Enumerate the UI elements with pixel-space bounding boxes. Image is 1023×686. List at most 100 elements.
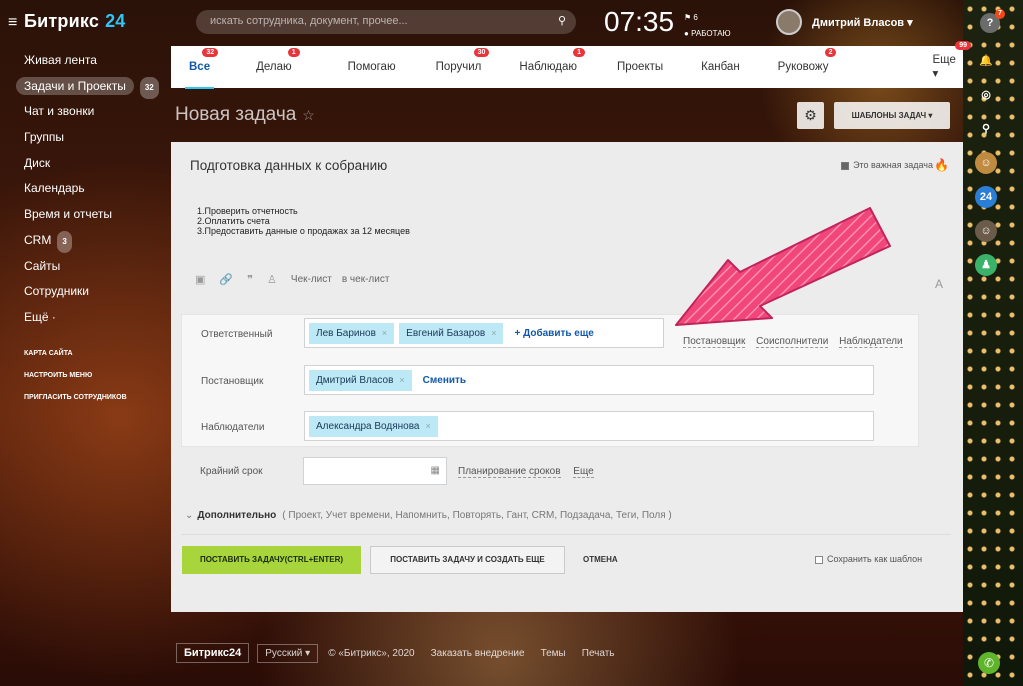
submit-button[interactable]: ПОСТАВИТЬ ЗАДАЧУ(CTRL+ENTER) [182,546,361,574]
copyright: © «Битрикс», 2020 [328,647,415,659]
language-select[interactable]: Русский ▾ [257,643,319,663]
tasks-count: 32 [139,76,159,99]
search-icon[interactable]: ⚲ [558,14,566,27]
deadline-input[interactable]: ▦ [303,457,447,485]
tab-all[interactable]: Все 32 [184,48,219,89]
menu-item-crm[interactable]: CRM 3 [0,230,165,256]
checkbox-icon [815,555,823,564]
observers-field[interactable]: Александра Водянова × [304,411,874,441]
additional-section[interactable]: ⌄ Дополнительно( Проект, Учет времени, На… [185,510,672,521]
tab-projects[interactable]: Проекты [617,61,663,73]
tab-managing[interactable]: Руковожу 2 [778,48,837,73]
contact-icon[interactable]: ♟ [975,254,997,276]
observers-row: Наблюдатели Александра Водянова × [182,411,920,443]
responsible-row: Ответственный Лев Баринов × Евгений Базар… [182,318,920,350]
remove-icon: × [399,374,405,385]
tab-doing[interactable]: Делаю 1 [256,48,300,73]
configure-menu-link[interactable]: НАСТРОИТЬ МЕНЮ [0,365,165,387]
footer-logo[interactable]: Битрикс24 [176,643,250,663]
user-chip[interactable]: Лев Баринов × [309,322,395,344]
mention-icon[interactable]: ♙ [267,273,277,286]
user-chip[interactable]: Александра Водянова × [309,415,438,437]
checkbox-icon [841,161,850,170]
add-more-link[interactable]: + Добавить еще [514,328,593,339]
search-input[interactable]: искать сотрудника, документ, прочее... ⚲ [196,10,576,34]
menu-item-groups[interactable]: Группы [0,127,165,153]
help-button[interactable]: ? 7 [980,9,1005,33]
menu-item-more[interactable]: Ещё · [0,307,165,333]
chat-icon[interactable]: ◎ [975,84,997,106]
page-title: Новая задача ☆ [175,104,315,125]
avatar[interactable] [776,9,802,35]
settings-button[interactable]: ⚙ [797,102,824,129]
left-menu: Живая лента Задачи и Проекты 32 Чат и зво… [0,50,165,409]
sitemap-link[interactable]: КАРТА САЙТА [0,343,165,365]
user-chip[interactable]: Евгений Базаров × [399,322,504,344]
coexecutors-link[interactable]: Соисполнители [756,336,829,348]
tab-kanban[interactable]: Канбан [701,61,740,73]
right-sidebar: 🔔 ◎ ⚲ ☺ 24 ☺ ♟ [975,50,997,288]
menu-item-time[interactable]: Время и отчеты [0,204,165,230]
checklist-button[interactable]: Чек-лист [291,274,332,285]
bell-icon[interactable]: 🔔 [975,50,997,72]
user-menu[interactable]: Дмитрий Власов ▾ [812,16,913,29]
bitrix24-icon[interactable]: 24 [975,186,997,208]
task-form: Подготовка данных к собранию Это важная … [171,142,963,612]
task-description[interactable]: 1.Проверить отчетность 2.Оплатить счета … [197,206,410,236]
creator-link[interactable]: Постановщик [683,336,746,348]
app-logo[interactable]: Битрикс 24 [24,11,125,32]
responsible-field[interactable]: Лев Баринов × Евгений Базаров × + Добавить… [304,318,664,348]
search-icon[interactable]: ⚲ [975,118,997,140]
deadline-label: Крайний срок [200,466,263,477]
templates-button[interactable]: ШАБЛОНЫ ЗАДАЧ ▾ [834,102,950,129]
menu-item-chat[interactable]: Чат и звонки [0,101,165,127]
invite-link[interactable]: ПРИГЛАСИТЬ СОТРУДНИКОВ [0,387,165,409]
menu-item-calendar[interactable]: Календарь [0,178,165,204]
phone-icon[interactable]: ✆ [978,652,1000,674]
change-link[interactable]: Сменить [423,375,466,386]
tab-observing[interactable]: Наблюдаю 1 [519,48,585,73]
alarm-icon: ⚑ 6 [684,13,698,22]
user-chip[interactable]: Дмитрий Власов × [309,369,412,391]
top-bar: ≡ Битрикс 24 искать сотрудника, документ,… [0,0,1023,45]
submit-and-create-button[interactable]: ПОСТАВИТЬ ЗАДАЧУ И СОЗДАТЬ ЕЩЕ [370,546,565,574]
footer-link-implementation[interactable]: Заказать внедрение [431,648,525,659]
calendar-icon[interactable]: ▦ [431,465,440,476]
work-status[interactable]: ⚑ 6 ● РАБОТАЮ [684,10,731,42]
more-link[interactable]: Еще [573,466,594,478]
quote-icon[interactable]: ❞ [247,273,253,286]
footer-link-print[interactable]: Печать [582,648,615,659]
tab-more[interactable]: Еще ▾ 99 [932,41,971,80]
tab-assigned[interactable]: Поручил 30 [436,48,490,73]
important-checkbox[interactable]: Это важная задача [841,160,933,170]
crm-count: 3 [57,230,72,253]
planning-link[interactable]: Планирование сроков [458,466,561,478]
menu-item-tasks[interactable]: Задачи и Проекты 32 [0,76,165,102]
menu-item-sites[interactable]: Сайты [0,256,165,282]
observers-link[interactable]: Наблюдатели [839,336,903,348]
menu-item-disk[interactable]: Диск [0,153,165,179]
to-checklist-button[interactable]: в чек-лист [342,274,390,285]
menu-icon[interactable]: ≡ [8,14,17,32]
observers-label: Наблюдатели [201,422,265,433]
avatar[interactable]: ☺ [975,220,997,242]
footer-link-themes[interactable]: Темы [541,648,566,659]
save-template-checkbox[interactable]: Сохранить как шаблон [815,554,922,564]
video-icon[interactable]: ▣ [195,273,205,286]
clock: 07:35 [604,6,675,37]
avatar[interactable]: ☺ [975,152,997,174]
menu-item-feed[interactable]: Живая лента [0,50,165,76]
remove-icon: × [491,327,497,338]
deadline-links: Планирование сроков Еще [458,466,604,478]
footer: Битрикс24 Русский ▾ © «Битрикс», 2020 За… [176,642,615,664]
creator-field[interactable]: Дмитрий Власов × Сменить [304,365,874,395]
fire-icon: 🔥 [934,158,949,172]
task-tabs: Все 32 Делаю 1 Помогаю Поручил 30 Наблюдаю 1… [171,41,971,89]
tab-helping[interactable]: Помогаю [348,61,396,73]
task-title-input[interactable]: Подготовка данных к собранию [190,158,387,173]
link-icon[interactable]: 🔗 [219,273,233,286]
cancel-button[interactable]: ОТМЕНА [583,555,618,564]
star-icon[interactable]: ☆ [302,107,315,123]
text-format-button[interactable]: A [935,277,943,291]
menu-item-employees[interactable]: Сотрудники [0,281,165,307]
